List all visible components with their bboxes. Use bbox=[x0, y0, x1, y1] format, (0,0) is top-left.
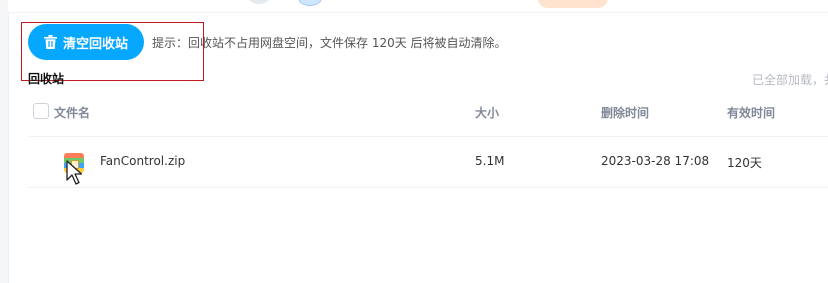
sidebar-edge bbox=[0, 0, 9, 283]
file-name[interactable]: FanControl.zip bbox=[100, 154, 185, 168]
file-size: 5.1M bbox=[475, 154, 505, 168]
tip-text: 提示：回收站不占用网盘空间，文件保存 120天 后将被自动清除。 bbox=[152, 36, 507, 50]
mouse-cursor-icon bbox=[66, 160, 83, 185]
select-all-checkbox[interactable] bbox=[33, 103, 49, 119]
top-bar-icon[interactable] bbox=[248, 0, 270, 4]
table-row[interactable]: FanControl.zip 5.1M 2023-03-28 17:08 120… bbox=[28, 137, 828, 188]
file-deleted-time: 2023-03-28 17:08 bbox=[601, 154, 710, 168]
column-header-valid-time[interactable]: 有效时间 bbox=[727, 104, 775, 121]
file-valid-time: 120天 bbox=[727, 156, 762, 170]
table-header: 文件名 大小 删除时间 有效时间 bbox=[28, 96, 828, 137]
loaded-status-text: 已全部加载，共 bbox=[752, 73, 828, 87]
top-bar-promo-badge[interactable] bbox=[538, 0, 608, 8]
top-bar bbox=[8, 0, 828, 13]
page-title: 回收站 bbox=[28, 72, 65, 86]
column-header-name[interactable]: 文件名 bbox=[54, 104, 90, 121]
column-header-deleted-time[interactable]: 删除时间 bbox=[601, 104, 649, 121]
top-bar-avatar[interactable] bbox=[298, 0, 322, 6]
column-header-size[interactable]: 大小 bbox=[475, 104, 499, 121]
